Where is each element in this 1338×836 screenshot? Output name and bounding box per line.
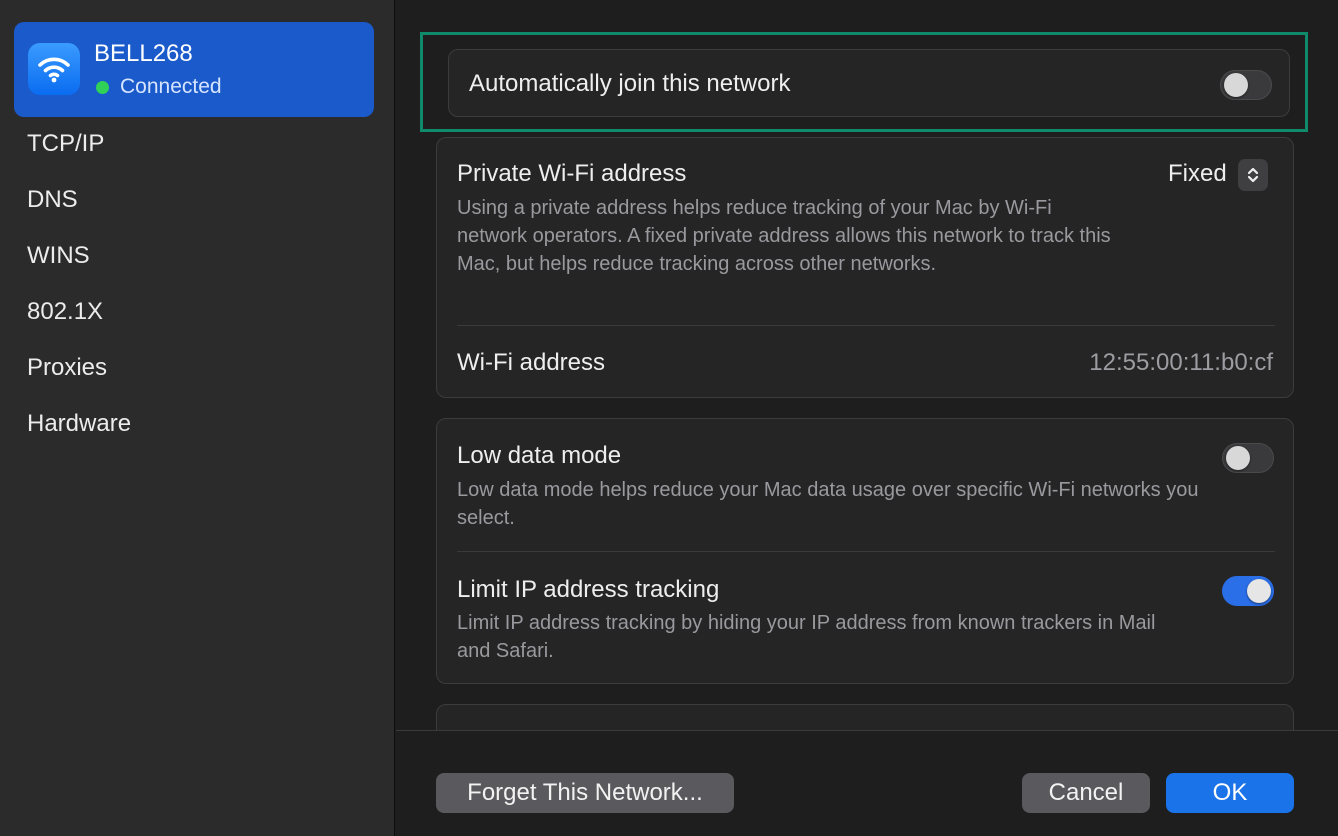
limit-ip-tracking-description: Limit IP address tracking by hiding your… xyxy=(457,612,1156,662)
sidebar: BELL268 Connected TCP/IP DNS WINS 802.1X… xyxy=(0,0,395,836)
connected-status-dot xyxy=(96,80,109,94)
limit-ip-tracking-label: Limit IP address tracking xyxy=(457,576,720,603)
private-address-label: Private Wi-Fi address xyxy=(457,160,687,187)
cancel-button[interactable]: Cancel xyxy=(1022,773,1150,813)
forget-network-button[interactable]: Forget This Network... xyxy=(436,773,734,813)
sidebar-item-hardware[interactable]: Hardware xyxy=(27,410,131,438)
toggle-knob xyxy=(1224,73,1248,97)
ok-button[interactable]: OK xyxy=(1166,773,1294,813)
toggle-knob xyxy=(1247,579,1271,603)
network-status: Connected xyxy=(96,75,222,99)
network-details-window: BELL268 Connected TCP/IP DNS WINS 802.1X… xyxy=(0,0,1338,836)
row-divider xyxy=(457,325,1275,326)
private-address-select-value[interactable]: Fixed xyxy=(1168,160,1227,188)
low-data-mode-label: Low data mode xyxy=(457,442,622,469)
auto-join-toggle[interactable] xyxy=(1220,70,1272,100)
private-address-description: Using a private address helps reduce tra… xyxy=(457,197,1111,275)
wifi-address-value: 12:55:00:11:b0:cf xyxy=(1089,349,1273,376)
data-privacy-group: Low data mode Low data mode helps reduce… xyxy=(436,418,1294,684)
row-divider xyxy=(457,551,1275,552)
sidebar-item-dns[interactable]: DNS xyxy=(27,186,78,214)
limit-ip-tracking-toggle[interactable] xyxy=(1222,576,1274,606)
wifi-address-label: Wi-Fi address xyxy=(457,349,606,376)
sidebar-item-tcpip[interactable]: TCP/IP xyxy=(27,130,104,158)
sidebar-item-8021x[interactable]: 802.1X xyxy=(27,298,103,326)
sidebar-network-selected[interactable]: BELL268 Connected xyxy=(14,22,374,117)
button-bar: Forget This Network... Cancel OK xyxy=(396,730,1338,836)
private-address-group: Private Wi-Fi address Fixed Using a priv… xyxy=(436,137,1294,398)
network-status-label: Connected xyxy=(120,75,222,98)
sidebar-item-proxies[interactable]: Proxies xyxy=(27,354,107,382)
wifi-icon xyxy=(28,43,80,95)
auto-join-label: Automatically join this network xyxy=(469,70,791,97)
auto-join-group: Automatically join this network xyxy=(448,49,1290,117)
network-name: BELL268 xyxy=(94,40,193,67)
low-data-mode-description: Low data mode helps reduce your Mac data… xyxy=(457,479,1199,529)
low-data-mode-toggle[interactable] xyxy=(1222,443,1274,473)
settings-pane: Automatically join this network Private … xyxy=(396,0,1338,836)
up-down-chevron-icon[interactable] xyxy=(1238,159,1268,191)
toggle-knob xyxy=(1226,446,1250,470)
sidebar-item-wins[interactable]: WINS xyxy=(27,242,90,270)
